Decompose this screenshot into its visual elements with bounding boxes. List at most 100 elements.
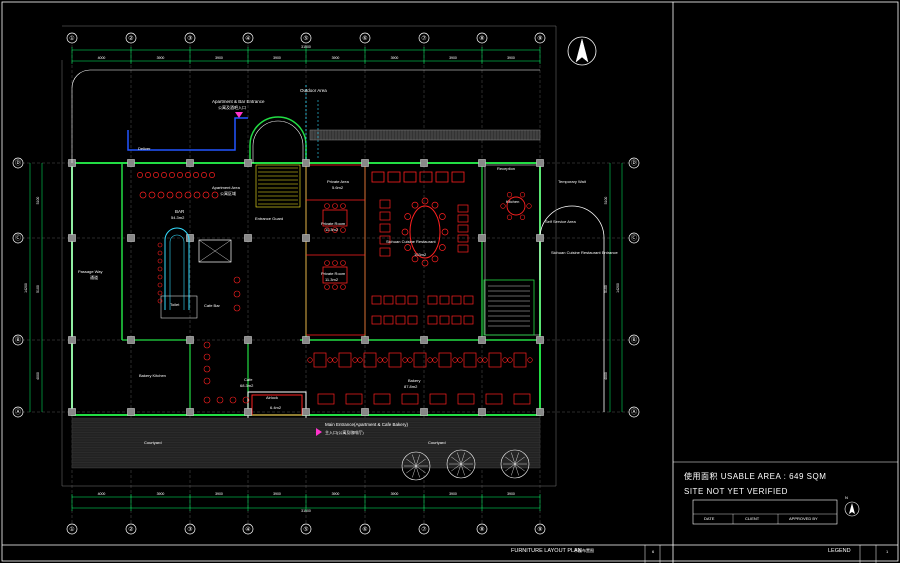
grid-bubble-right-label: Ⓓ — [631, 159, 637, 167]
label-bakery: Bakery — [408, 378, 421, 383]
cafe-chair — [216, 396, 224, 404]
bakery-table — [413, 352, 427, 368]
label-private-room-2-size: 11.3m2 — [325, 277, 339, 282]
chair — [332, 284, 338, 290]
label-deliver: Deliver — [138, 146, 151, 151]
label-apartment-area-cn: 公寓区域 — [220, 191, 236, 196]
oval-chair — [401, 228, 409, 236]
bakery-sofa — [373, 393, 391, 405]
structural-column — [302, 234, 310, 242]
label-private-room-1: Private Room — [321, 221, 346, 226]
grid-bubble-top-label: ② — [128, 35, 133, 42]
toilet-box — [160, 295, 198, 319]
date-label: DATE — [704, 516, 715, 521]
cafe-chair — [203, 365, 211, 373]
bar-counter-stool — [157, 242, 163, 248]
structural-column — [244, 159, 252, 167]
grid-bubble-bottom-label: ⑦ — [421, 526, 426, 533]
side-seat — [457, 204, 469, 213]
structural-column — [361, 159, 369, 167]
label-outdoor-area: Outdoor Area — [300, 88, 327, 93]
grid-bubble-right-label: Ⓒ — [631, 234, 637, 242]
cafe-chair — [203, 341, 211, 349]
bakery-table — [313, 352, 327, 368]
site-status-text: SITE NOT YET VERIFIED — [684, 487, 788, 496]
cafe-chair — [203, 353, 211, 361]
label-main-entrance: Main Entrance(Apartment & Cafe Bakery) — [325, 422, 409, 427]
label-apartment-area: Apartment Area — [212, 185, 240, 190]
grid-bubble-left-label: Ⓐ — [15, 408, 21, 416]
label-apartment-bar-entrance: Apartment & Bar Entrance — [212, 99, 265, 104]
structural-column — [244, 336, 252, 344]
booth-seat — [383, 315, 394, 325]
dim-bottom-text: 3900 — [215, 492, 223, 496]
cafe-chair — [203, 396, 211, 404]
dim-bottom-text: 3900 — [273, 492, 281, 496]
label-self-service: Self Service Area — [545, 219, 576, 224]
bakery-table — [438, 352, 452, 368]
approved-label: APPROVED BY — [789, 516, 818, 521]
dim-top-text: 3900 — [273, 56, 281, 60]
entrance-arrow — [235, 112, 243, 118]
chair — [452, 357, 458, 363]
north-arrow-small — [849, 503, 855, 514]
dim-top-text: 3900 — [449, 56, 457, 60]
label-passage-way-cn: 通道 — [90, 275, 98, 280]
chair — [502, 357, 508, 363]
oval-chair — [431, 201, 439, 209]
dim-bottom-text: 4000 — [98, 492, 106, 496]
structural-column — [244, 408, 252, 416]
oval-chair — [421, 259, 429, 267]
structural-column — [244, 234, 252, 242]
bar-counter-stool — [157, 274, 163, 280]
booth — [403, 171, 417, 183]
walls — [61, 25, 605, 487]
grid-bubble-top-label: ① — [69, 35, 74, 42]
stair-arch-inner — [252, 120, 304, 163]
structural-column — [361, 408, 369, 416]
cafe-chair — [233, 276, 241, 284]
bakery-sofa — [429, 393, 447, 405]
label-courtyard-left: Courtyard — [144, 440, 162, 445]
chair — [427, 357, 433, 363]
side-seat — [379, 247, 391, 257]
bakery-table — [463, 352, 477, 368]
structural-column — [302, 408, 310, 416]
structural-column — [420, 336, 428, 344]
structural-column — [302, 336, 310, 344]
chair — [519, 214, 526, 220]
oval-chair — [421, 197, 429, 205]
booth-seat — [451, 315, 462, 325]
side-seat — [379, 211, 391, 221]
label-bakery-kitchen: Bakery Kitchen — [139, 373, 166, 378]
cafe-chair — [229, 396, 237, 404]
dim-top-text: 3900 — [157, 56, 165, 60]
grid-bubble-top-label: ④ — [245, 35, 250, 42]
chair — [307, 357, 313, 363]
dim-top-text: 3900 — [507, 56, 515, 60]
grid-bubble-bottom-label: ⑧ — [479, 526, 484, 533]
grid-bubble-top-label: ⑤ — [303, 35, 308, 42]
chair — [506, 214, 513, 220]
structural-column — [361, 336, 369, 344]
oval-chair — [411, 201, 419, 209]
chair — [332, 260, 338, 266]
dim-bottom-text: 3900 — [391, 492, 399, 496]
chair — [340, 203, 346, 209]
structural-column — [186, 408, 194, 416]
chair — [526, 203, 532, 209]
structural-column — [302, 159, 310, 167]
label-sichuan-cuisine-size: 103m2 — [414, 252, 427, 257]
structural-column — [186, 234, 194, 242]
bar-counter-stool — [157, 266, 163, 272]
label-passage-way: Passage Way — [78, 269, 103, 274]
structural-column — [536, 234, 544, 242]
kitchen-box — [484, 164, 541, 336]
structural-column — [127, 408, 135, 416]
sheet-number: 6 — [652, 549, 655, 554]
dim-right-text: 5100 — [604, 197, 608, 205]
drawing-title-cn: 平面布置图 — [574, 548, 594, 553]
label-main-entrance-cn: 主入口(公寓及咖啡厅) — [325, 430, 364, 435]
oval-table — [409, 205, 441, 259]
grid-bubble-left-label: Ⓒ — [15, 234, 21, 242]
